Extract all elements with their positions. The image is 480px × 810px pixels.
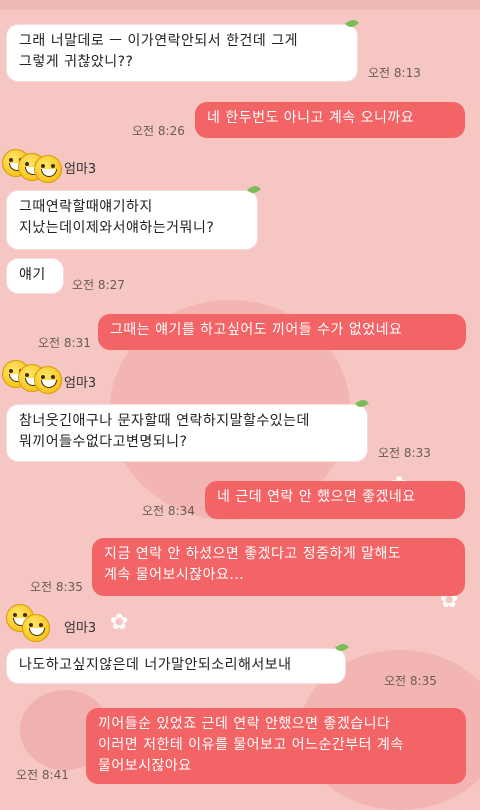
message-bubble-incoming[interactable]: 그래 너말데로 ㅡ 이가연락안되서 한건데 그게 그렇게 귀찮았니?? [6, 24, 358, 82]
message-time: 오전 8:35 [384, 674, 437, 688]
message-time: 오전 8:33 [378, 446, 431, 460]
smiley-icon [34, 366, 62, 394]
message-time: 오전 8:34 [142, 504, 195, 518]
message-bubble-outgoing[interactable]: 지금 연락 안 하셨으면 좋겠다고 정중하게 말해도 계속 물어보시잖아요... [92, 538, 465, 596]
message-time: 오전 8:31 [38, 336, 91, 350]
sender-name: 엄마3 [64, 376, 97, 391]
message-time: 오전 8:13 [368, 66, 421, 80]
message-bubble-incoming[interactable]: 참너웃긴애구나 문자할때 연락하지말할수있는데 뭐끼어들수없다고변명되니? [6, 404, 368, 462]
flower-decoration: ✿ [110, 610, 129, 635]
message-time: 오전 8:41 [16, 768, 69, 782]
smiley-icon [34, 155, 62, 183]
message-time: 오전 8:35 [30, 580, 83, 594]
message-bubble-outgoing[interactable]: 네 근데 연락 안 했으면 좋겠네요 [205, 481, 465, 519]
message-bubble-outgoing[interactable]: 끼어들순 있었죠 근데 연락 안했으면 좋겠습니다 이러면 저한테 이유를 물어… [86, 708, 466, 784]
message-bubble-incoming[interactable]: 그때연락할때얘기하지 지났는데이제와서얘하는거뭐니? [6, 190, 258, 250]
sender-avatar[interactable] [2, 358, 64, 394]
message-time: 오전 8:26 [132, 124, 185, 138]
message-bubble-outgoing[interactable]: 그때는 얘기를 하고싶어도 끼어들 수가 없었네요 [98, 314, 466, 350]
message-bubble-outgoing[interactable]: 네 한두번도 아니고 계속 오니까요 [195, 102, 465, 138]
sender-name: 엄마3 [64, 162, 97, 177]
status-strip [0, 0, 480, 10]
smiley-icon [22, 614, 50, 642]
sender-avatar[interactable] [6, 604, 56, 642]
sender-avatar[interactable] [2, 147, 64, 183]
message-time: 오전 8:27 [72, 278, 125, 292]
sender-name: 엄마3 [64, 621, 97, 636]
message-bubble-incoming[interactable]: 나도하고싶지않은데 너가말안되소리해서보내 [6, 648, 346, 684]
message-bubble-incoming[interactable]: 얘기 [6, 258, 64, 294]
